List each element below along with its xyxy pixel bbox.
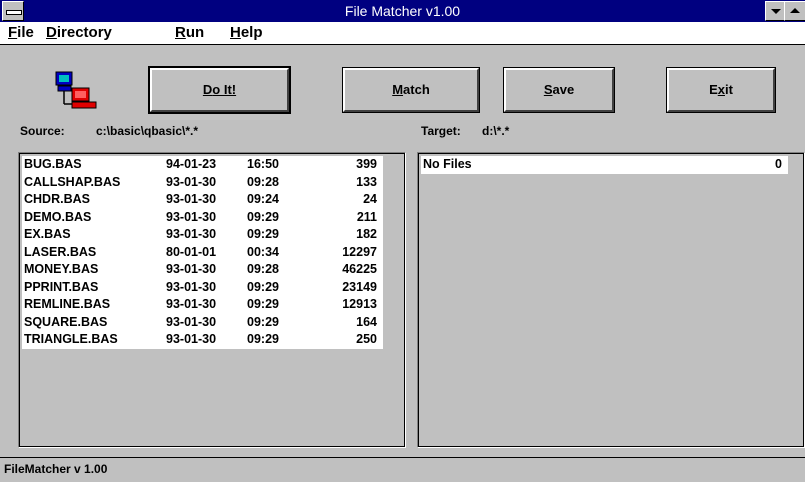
source-file-row[interactable]: LASER.BAS 80-01-01 00:34 12297 [22, 244, 383, 262]
source-path: c:\basic\qbasic\*.* [96, 124, 199, 138]
menu-file[interactable]: File [8, 24, 34, 42]
file-size: 133 [356, 174, 377, 189]
file-time: 09:29 [247, 314, 279, 329]
file-name: CALLSHAP.BAS [24, 174, 121, 189]
file-time: 09:29 [247, 297, 279, 311]
source-file-rows: BUG.BAS 94-01-23 16:50 399 CALLSHAP.BAS 93-01… [22, 156, 383, 349]
file-date: 94-01-23 [166, 157, 217, 171]
source-file-row[interactable]: PPRINT.BAS 93-01-30 09:29 23149 [22, 279, 383, 297]
exit-button[interactable]: Exit [666, 67, 776, 113]
file-name: CHDR.BAS [24, 192, 90, 206]
file-time: 09:28 [247, 174, 279, 189]
file-date: 93-01-30 [166, 279, 217, 294]
file-size: 399 [356, 157, 377, 171]
source-file-row[interactable]: SQUARE.BAS 93-01-30 09:29 164 [22, 314, 383, 332]
file-date: 93-01-30 [166, 174, 217, 189]
file-time: 16:50 [247, 157, 279, 171]
do-it-button[interactable]: Do It! [148, 66, 291, 114]
target-file-list[interactable]: No Files 0 [417, 152, 805, 448]
file-time: 09:29 [247, 279, 279, 294]
file-name: REMLINE.BAS [24, 297, 111, 311]
window-title: File Matcher v1.00 [344, 3, 461, 19]
file-size: 46225 [342, 262, 377, 276]
status-text: FileMatcher v 1.00 [4, 462, 108, 476]
file-time: 09:29 [247, 332, 279, 346]
status-bar: FileMatcher v 1.00 [0, 457, 805, 482]
file-time: 09:29 [247, 209, 279, 224]
file-size: 12297 [342, 244, 377, 259]
source-file-row[interactable]: CHDR.BAS 93-01-30 09:24 24 [22, 191, 383, 209]
file-time: 09:29 [247, 227, 279, 241]
target-file-row[interactable]: No Files 0 [421, 156, 788, 174]
file-date: 93-01-30 [166, 227, 217, 241]
source-file-row[interactable]: MONEY.BAS 93-01-30 09:28 46225 [22, 261, 383, 279]
target-label: Target: [421, 124, 461, 138]
maximize-icon[interactable] [784, 1, 805, 21]
file-name: SQUARE.BAS [24, 314, 108, 329]
source-file-row[interactable]: BUG.BAS 94-01-23 16:50 399 [22, 156, 383, 174]
menu-help[interactable]: Help [230, 24, 263, 42]
system-menu-icon[interactable] [2, 1, 24, 21]
file-size: 24 [363, 192, 377, 206]
file-date: 80-01-01 [166, 244, 217, 259]
file-size: 250 [356, 332, 377, 346]
file-name: No Files [423, 157, 472, 171]
file-time: 09:24 [247, 192, 279, 206]
source-file-row[interactable]: EX.BAS 93-01-30 09:29 182 [22, 226, 383, 244]
file-size: 164 [356, 314, 377, 329]
file-name: PPRINT.BAS [24, 279, 99, 294]
save-button[interactable]: Save [503, 67, 615, 113]
title-bar[interactable]: File Matcher v1.00 [0, 0, 805, 22]
source-file-row[interactable]: TRIANGLE.BAS 93-01-30 09:29 250 [22, 331, 383, 349]
file-time: 09:28 [247, 262, 279, 276]
menu-run[interactable]: Run [175, 24, 204, 42]
file-size: 211 [356, 209, 377, 224]
app-window: File Matcher v1.00 File Directory Run He… [0, 0, 805, 482]
file-size: 23149 [342, 279, 377, 294]
file-date: 93-01-30 [166, 314, 217, 329]
source-file-list[interactable]: BUG.BAS 94-01-23 16:50 399 CALLSHAP.BAS 93-01… [18, 152, 406, 448]
file-date: 93-01-30 [166, 297, 217, 311]
networked-computers-icon [55, 71, 97, 109]
file-date: 93-01-30 [166, 332, 217, 346]
file-date: 93-01-30 [166, 262, 217, 276]
match-button[interactable]: Match [342, 67, 480, 113]
file-name: DEMO.BAS [24, 209, 92, 224]
file-name: LASER.BAS [24, 244, 97, 259]
file-size: 182 [356, 227, 377, 241]
file-name: MONEY.BAS [24, 262, 99, 276]
file-date: 93-01-30 [166, 192, 217, 206]
source-label: Source: [20, 124, 65, 138]
target-path: d:\*.* [482, 124, 510, 138]
file-name: EX.BAS [24, 227, 71, 241]
source-file-row[interactable]: REMLINE.BAS 93-01-30 09:29 12913 [22, 296, 383, 314]
menu-directory[interactable]: Directory [46, 24, 112, 42]
source-file-row[interactable]: CALLSHAP.BAS 93-01-30 09:28 133 [22, 174, 383, 192]
file-name: BUG.BAS [24, 157, 82, 171]
target-file-rows: No Files 0 [421, 156, 788, 174]
file-name: TRIANGLE.BAS [24, 332, 118, 346]
file-size: 12913 [342, 297, 377, 311]
source-file-row[interactable]: DEMO.BAS 93-01-30 09:29 211 [22, 209, 383, 227]
file-time: 00:34 [247, 244, 279, 259]
menu-bar: File Directory Run Help [0, 22, 805, 45]
file-date: 93-01-30 [166, 209, 217, 224]
file-size: 0 [775, 157, 782, 171]
